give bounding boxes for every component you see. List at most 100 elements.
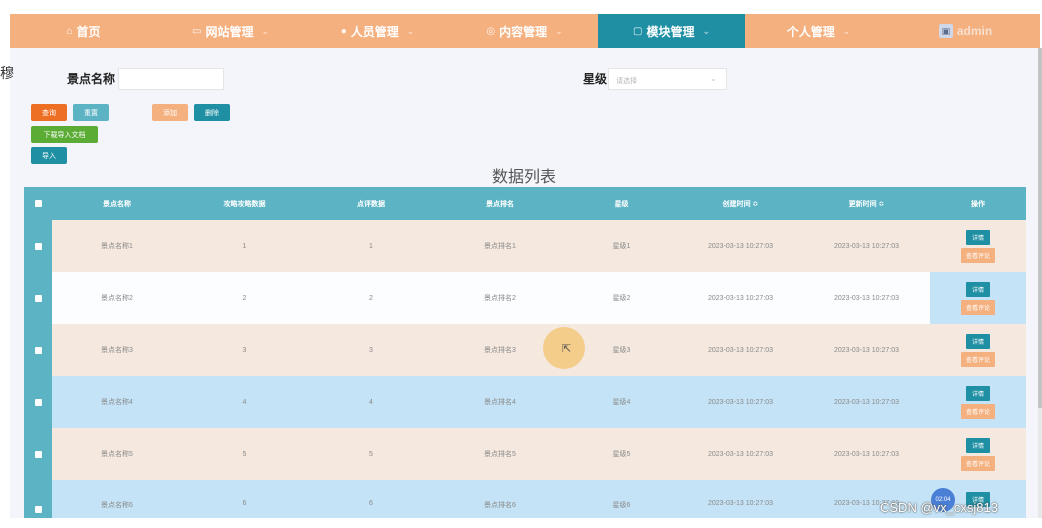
name-filter-input[interactable]: [118, 68, 224, 90]
nav-user-menu[interactable]: ▣ admin: [892, 14, 1039, 48]
table-cell: 2023-03-13 10:27:03: [834, 450, 899, 458]
table-cell: 1: [369, 242, 373, 250]
table-cell: 景点排名2: [484, 295, 516, 302]
table-cell: 景点排名6: [484, 502, 516, 509]
row-checkbox[interactable]: [24, 220, 52, 272]
row-actions: 详情 查看评论: [930, 229, 1026, 263]
chevron-down-icon: ⌄: [710, 74, 717, 83]
table-cell: 景点名称5: [101, 451, 133, 458]
header-cell: 点评数据: [357, 200, 385, 208]
table-cell: 2023-03-13 10:27:03: [708, 398, 773, 406]
chevron-down-icon: ⌄: [261, 25, 269, 36]
header-cell-sortable[interactable]: 创建时间 ≎: [678, 199, 803, 209]
detail-button[interactable]: 详情: [965, 333, 990, 349]
table-header: 景点名称 攻略攻略数据 点评数据 景点排名 星级 创建时间 ≎ 更新时间 ≎ 操…: [24, 187, 1026, 220]
row-checkbox[interactable]: [24, 272, 52, 324]
monitor-icon: ▭: [191, 25, 202, 37]
query-button[interactable]: 查询: [31, 104, 67, 121]
table-cell: 景点排名1: [484, 243, 516, 250]
chevron-down-icon: ⌄: [842, 25, 851, 36]
row-actions: 详情 查看评论: [930, 333, 1026, 367]
view-reviews-button[interactable]: 查看评论: [960, 247, 995, 263]
table-cell: 2023-03-13 10:27:03: [708, 294, 773, 302]
row-actions: 详情 查看评论: [930, 437, 1026, 471]
header-cell: 攻略攻略数据: [223, 200, 266, 208]
table-cell: 5: [369, 450, 373, 458]
view-reviews-button[interactable]: 查看评论: [960, 299, 995, 315]
import-button[interactable]: 导入: [31, 147, 67, 164]
nav-people-management[interactable]: ● 人员管理 ⌄: [304, 14, 451, 48]
view-reviews-button[interactable]: 查看评论: [960, 351, 995, 367]
table-cell: 4: [369, 398, 373, 406]
table-cell: 2023-03-13 10:27:03: [708, 500, 773, 507]
table-row: 景点名称2 2 2 景点排名2 星级2 2023-03-13 10:27:03 …: [24, 272, 1026, 324]
table-row: 景点名称4 4 4 景点排名4 星级4 2023-03-13 10:27:03 …: [24, 376, 1026, 428]
row-checkbox[interactable]: [24, 428, 52, 480]
table-cell: 2: [369, 294, 373, 302]
row-checkbox[interactable]: [24, 324, 52, 376]
table-cell: 景点名称3: [101, 347, 133, 354]
table-cell: 3: [242, 346, 247, 354]
nav-label: 网站管理: [205, 24, 254, 39]
table-cell: 5: [242, 450, 247, 458]
name-filter-label: 景点名称: [67, 72, 116, 86]
row-actions: 详情 查看评论: [930, 272, 1026, 324]
detail-button[interactable]: 详情: [965, 437, 990, 453]
header-cell: 景点名称: [103, 200, 131, 208]
add-button[interactable]: 添加: [152, 104, 188, 121]
table-cell: 景点名称6: [101, 502, 133, 509]
nav-module-management[interactable]: ▢ 模块管理 ⌄: [598, 14, 745, 48]
nav-label: 内容管理: [499, 24, 548, 39]
nav-site-management[interactable]: ▭ 网站管理 ⌄: [157, 14, 304, 48]
table-cell: 2023-03-13 10:27:03: [708, 450, 773, 458]
view-reviews-button[interactable]: 查看评论: [960, 403, 995, 419]
watermark-text: CSDN @vx_cxsj813: [880, 500, 998, 515]
table-cell: 2023-03-13 10:27:03: [708, 346, 773, 354]
table-cell: 2023-03-13 10:27:03: [834, 398, 899, 406]
table-row: 景点名称3 3 3 景点排名3 星级3 2023-03-13 10:27:03 …: [24, 324, 1026, 376]
scrollbar-thumb[interactable]: [1038, 48, 1042, 408]
detail-button[interactable]: 详情: [965, 229, 990, 245]
chevron-down-icon: ⌄: [702, 25, 710, 36]
header-cell-sortable[interactable]: 更新时间 ≎: [803, 199, 930, 209]
detail-button[interactable]: 详情: [965, 385, 990, 401]
table-cell: 2: [242, 294, 247, 302]
nav-content-management[interactable]: ◎ 内容管理 ⌄: [451, 14, 598, 48]
table-cell: 星级2: [612, 295, 631, 302]
table-cell: 星级6: [612, 502, 631, 509]
top-nav: ⌂ 首页 ▭ 网站管理 ⌄ ● 人员管理 ⌄ ◎ 内容管理 ⌄ ▢ 模块管理 ⌄…: [10, 14, 1040, 48]
header-cell: 星级: [614, 200, 629, 208]
select-all-checkbox[interactable]: [24, 187, 52, 220]
table-cell: 景点排名5: [484, 451, 516, 458]
delete-button[interactable]: 删除: [194, 104, 230, 121]
table-cell: 3: [369, 346, 373, 354]
view-reviews-button[interactable]: 查看评论: [960, 455, 995, 471]
table-cell: 2023-03-13 10:27:03: [834, 294, 899, 302]
table-cell: 景点名称4: [101, 399, 133, 406]
header-cell: 操作: [971, 200, 985, 208]
star-filter-placeholder: 请选择: [616, 78, 637, 85]
detail-button[interactable]: 详情: [965, 281, 990, 297]
row-checkbox[interactable]: [24, 376, 52, 428]
row-checkbox[interactable]: [24, 480, 52, 518]
nav-label: 模块管理: [646, 24, 695, 39]
user-icon: ●: [340, 25, 347, 37]
chevron-down-icon: ⌄: [555, 25, 563, 36]
mouse-pointer-icon: ⇱: [562, 343, 572, 355]
nav-home[interactable]: ⌂ 首页: [10, 14, 157, 48]
circle-icon: ◎: [486, 25, 496, 37]
table-row: 景点名称6 6 6 景点排名6 星级6 2023-03-13 10:27:03 …: [24, 480, 1026, 518]
username: admin: [956, 24, 993, 38]
row-actions: 详情 查看评论: [930, 385, 1026, 419]
table-cell: 2023-03-13 10:27:03: [708, 242, 773, 250]
header-cell: 景点排名: [486, 200, 514, 208]
download-template-button[interactable]: 下载导入文档: [31, 126, 98, 143]
table-cell: 景点名称1: [101, 243, 133, 250]
table-cell: 星级1: [612, 243, 631, 250]
reset-button[interactable]: 重置: [73, 104, 109, 121]
nav-personal-management[interactable]: 个人管理 ⌄: [745, 14, 892, 48]
table-row: 景点名称1 1 1 景点排名1 星级1 2023-03-13 10:27:03 …: [24, 220, 1026, 272]
table-cell: 4: [242, 398, 247, 406]
star-filter-label: 星级: [583, 72, 608, 86]
sidebar-fragment: 穆: [0, 65, 14, 81]
